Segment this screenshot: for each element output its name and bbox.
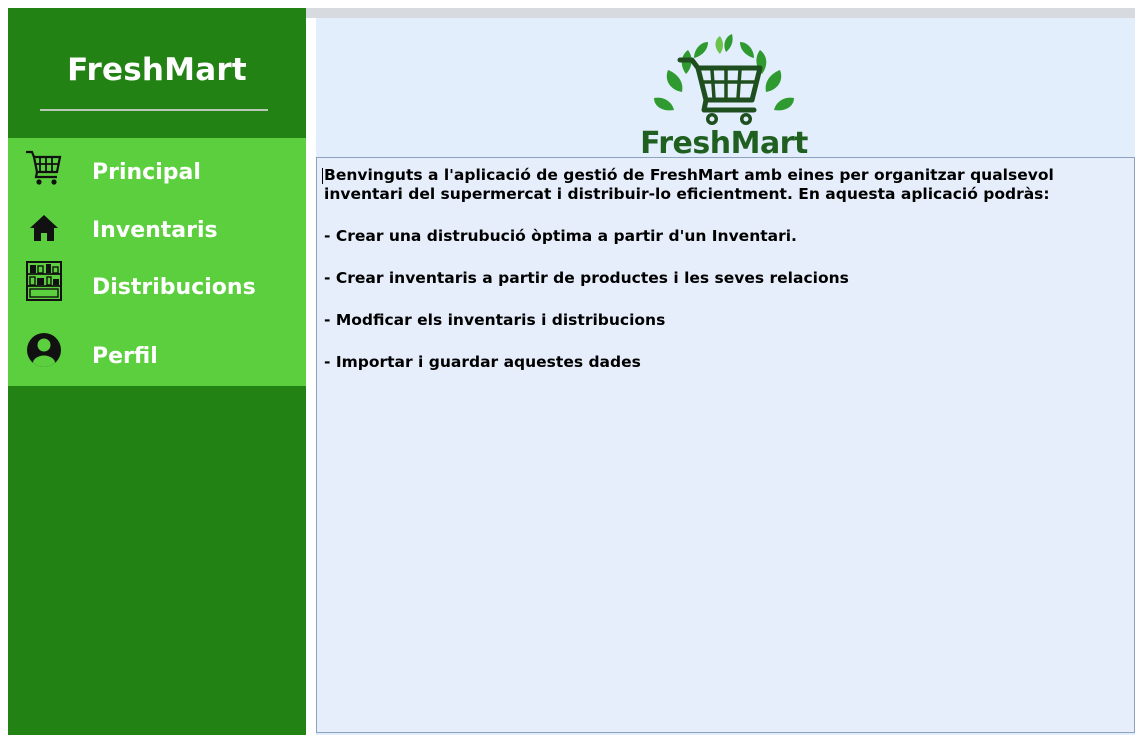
shopping-cart-icon [24, 148, 64, 188]
top-strip [306, 8, 1135, 18]
intro-paragraph: Benvinguts a l'aplicació de gestió de Fr… [324, 166, 1054, 203]
brand-divider [40, 109, 268, 111]
app-window: FreshMart Principal Inventaris Distribuc… [0, 0, 1135, 735]
brand-header: FreshMart [8, 8, 306, 138]
content-area: FreshMart Benvinguts a l'aplicació de ge… [316, 18, 1135, 735]
user-icon [24, 330, 64, 370]
sidebar-item-label: Distribucions [92, 275, 256, 300]
feature-line: - Importar i guardar aquestes dades [324, 353, 641, 371]
sidebar-item-label: Perfil [92, 344, 158, 369]
shelf-icon [24, 260, 64, 301]
sidebar-item-principal[interactable]: Principal [8, 142, 306, 198]
home-icon [24, 208, 64, 248]
logo-wordmark: FreshMart [640, 126, 808, 161]
welcome-text-area[interactable]: Benvinguts a l'aplicació de gestió de Fr… [316, 157, 1135, 733]
text-caret [322, 168, 323, 184]
cart-leaves-logo-icon [654, 34, 794, 125]
main-panel: FreshMart Benvinguts a l'aplicació de ge… [306, 18, 1135, 735]
sidebar-item-label: Principal [92, 160, 201, 185]
brand-title: FreshMart [67, 52, 247, 88]
sidebar-item-distribucions[interactable]: Distribucions [8, 260, 306, 316]
welcome-text: Benvinguts a l'aplicació de gestió de Fr… [322, 166, 1132, 372]
sidebar-nav: Principal Inventaris Distribucions Perfi… [8, 138, 306, 386]
sidebar-item-perfil[interactable]: Perfil [8, 324, 306, 380]
sidebar: FreshMart Principal Inventaris Distribuc… [8, 8, 306, 735]
sidebar-item-inventaris[interactable]: Inventaris [8, 200, 306, 256]
feature-line: - Crear inventaris a partir de productes… [324, 269, 849, 287]
feature-line: - Crear una distrubució òptima a partir … [324, 227, 797, 245]
sidebar-item-label: Inventaris [92, 218, 218, 243]
feature-line: - Modficar els inventaris i distribucion… [324, 311, 666, 329]
freshmart-logo: FreshMart [634, 30, 814, 161]
